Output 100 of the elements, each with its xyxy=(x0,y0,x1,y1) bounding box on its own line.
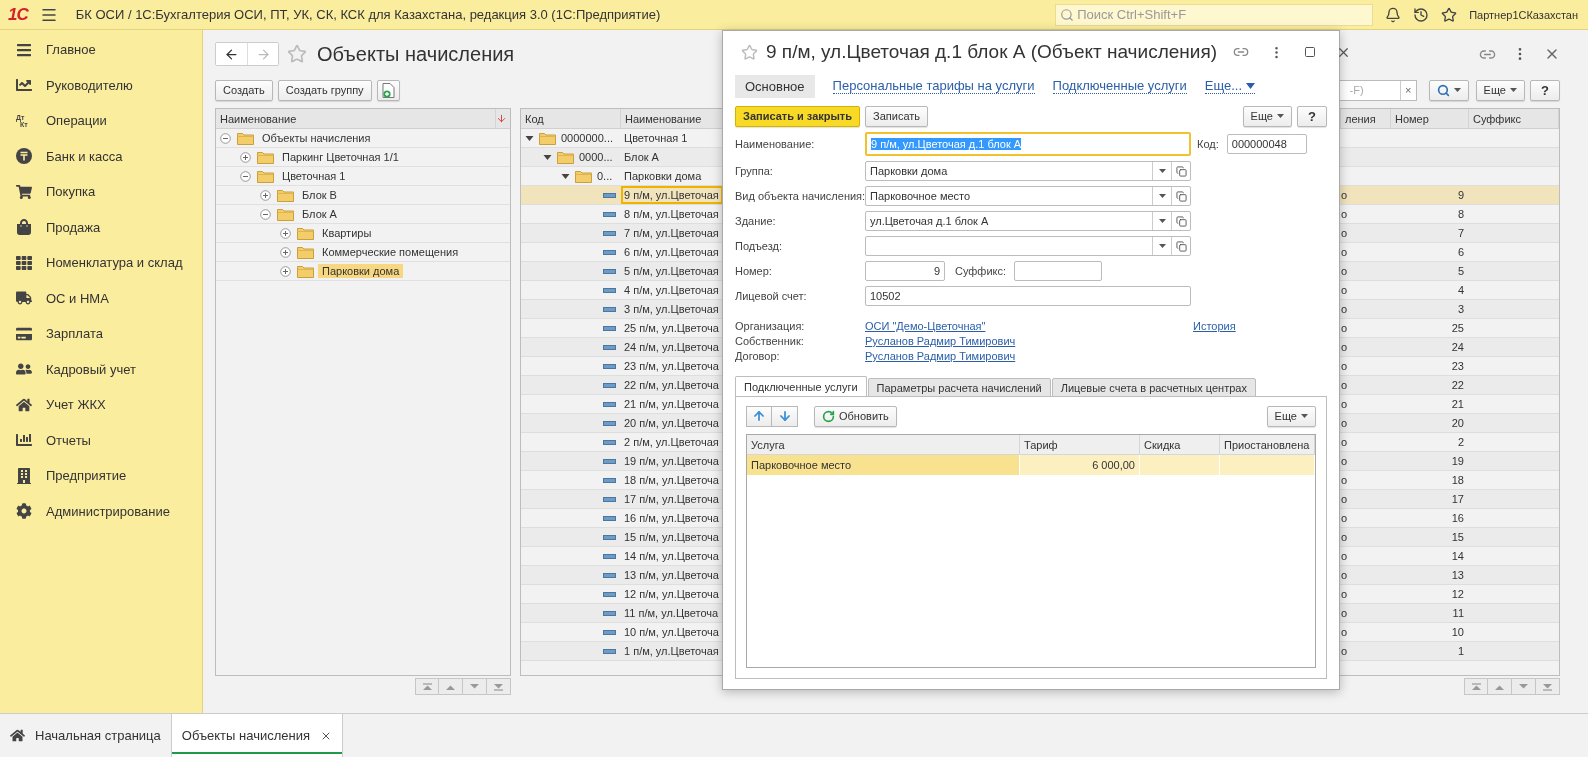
column-header[interactable]: Номер xyxy=(1391,109,1469,128)
collapse-icon[interactable] xyxy=(260,208,271,220)
column-header[interactable]: Скидка xyxy=(1140,435,1220,454)
more-tabs-link[interactable]: Еще... xyxy=(1204,78,1256,94)
collapse-icon[interactable] xyxy=(240,170,251,182)
collapse-icon[interactable] xyxy=(220,132,231,144)
save-button[interactable]: Записать xyxy=(865,105,929,127)
tab[interactable]: Основное xyxy=(735,74,815,98)
tab[interactable]: Персональные тарифы на услуги xyxy=(832,78,1035,94)
more-button[interactable]: Еще xyxy=(1242,105,1292,127)
tab[interactable]: Подключенные услуги xyxy=(1052,78,1187,94)
tree-item[interactable]: Коммерческие помещения xyxy=(318,245,463,259)
user-name[interactable]: Партнер1СКазахстан xyxy=(1469,8,1578,21)
field-label: Организация: xyxy=(735,320,806,332)
column-header[interactable]: Тариф xyxy=(1020,435,1140,454)
column-header[interactable]: Приостановлена xyxy=(1220,435,1315,454)
pager-down-button[interactable] xyxy=(463,678,487,695)
clear-button[interactable]: × xyxy=(1399,80,1416,100)
create-group-button[interactable]: Создать группу xyxy=(277,79,372,101)
sidebar-item[interactable]: Покупка xyxy=(0,174,202,210)
star-icon[interactable] xyxy=(287,44,307,64)
open-icon[interactable] xyxy=(1175,215,1187,227)
expand-icon[interactable] xyxy=(240,151,251,163)
sort-arrow-icon[interactable] xyxy=(496,113,507,124)
tree-item[interactable]: Блок В xyxy=(298,188,341,202)
expand-icon[interactable] xyxy=(260,189,271,201)
add-document-button[interactable] xyxy=(376,79,400,101)
column-header[interactable]: Код xyxy=(521,109,621,128)
sidebar-item[interactable]: Руководителю xyxy=(0,67,202,103)
tab[interactable]: Подключенные услуги xyxy=(735,376,867,397)
help-button[interactable]: ? xyxy=(1297,105,1327,127)
link[interactable]: Русланов Радмир Тимирович xyxy=(865,350,1016,362)
app-logo[interactable]: 1С xyxy=(8,4,28,25)
column-header[interactable]: Услуга xyxy=(747,435,1020,454)
tree-item[interactable]: Паркинг Цветочная 1/1 xyxy=(278,150,403,164)
sidebar-item[interactable]: Номенклатура и склад xyxy=(0,245,202,281)
pager-first-button[interactable] xyxy=(415,678,439,695)
search-button[interactable] xyxy=(1428,79,1469,101)
maximize-icon[interactable] xyxy=(1304,46,1316,58)
tree-item[interactable]: Квартиры xyxy=(318,226,376,240)
folder-icon xyxy=(297,264,314,278)
link[interactable]: ОСИ "Демо-Цветочная" xyxy=(865,320,986,332)
expanded-triangle-icon[interactable] xyxy=(525,133,534,143)
pager-up-button[interactable] xyxy=(439,678,463,695)
open-icon[interactable] xyxy=(1175,190,1187,202)
tree-item[interactable]: Парковки дома xyxy=(318,264,404,278)
sidebar-item[interactable]: Продажа xyxy=(0,209,202,245)
star-icon[interactable] xyxy=(1441,6,1458,23)
sidebar-item[interactable]: Учет ЖКХ xyxy=(0,387,202,423)
pager-up-button[interactable] xyxy=(1488,678,1512,695)
pager-first-button[interactable] xyxy=(1464,678,1488,695)
tree-item[interactable]: Объекты начисления xyxy=(258,131,375,145)
search-icon xyxy=(1436,83,1450,97)
open-icon[interactable] xyxy=(1175,165,1187,177)
code-field[interactable]: 000000048 xyxy=(1226,134,1307,154)
select-field[interactable]: ул.Цветочая д.1 блок А xyxy=(865,211,1191,231)
window-tab[interactable]: Начальная страница xyxy=(0,714,172,757)
expanded-triangle-icon[interactable] xyxy=(543,152,552,162)
sidebar-item[interactable]: Зарплата xyxy=(0,316,202,352)
refresh-button[interactable]: Обновить xyxy=(814,405,897,427)
open-icon[interactable] xyxy=(1175,240,1187,252)
column-header[interactable]: Суффикс xyxy=(1469,109,1559,128)
sidebar-item[interactable]: Предприятие xyxy=(0,458,202,494)
bell-icon[interactable] xyxy=(1385,6,1402,23)
sidebar-item[interactable]: ОС и НМА xyxy=(0,280,202,316)
sidebar-item[interactable]: Банк и касса xyxy=(0,138,202,174)
move-up-button[interactable] xyxy=(746,405,772,427)
select-field[interactable]: Парковочное место xyxy=(865,186,1191,206)
suffix-field[interactable] xyxy=(1014,261,1103,281)
save-and-close-button[interactable]: Записать и закрыть xyxy=(735,105,861,127)
select-field[interactable] xyxy=(865,236,1191,256)
history-link[interactable]: История xyxy=(1193,320,1236,332)
expand-icon[interactable] xyxy=(280,246,291,258)
more-button[interactable]: Еще xyxy=(1475,79,1525,101)
more-button[interactable]: Еще xyxy=(1266,405,1316,427)
pager-down-button[interactable] xyxy=(1512,678,1536,695)
table-row[interactable]: Парковочное место 6 000,00 xyxy=(747,455,1315,475)
account-field[interactable]: 10502 xyxy=(865,286,1191,306)
expanded-triangle-icon[interactable] xyxy=(561,171,570,181)
help-button[interactable]: ? xyxy=(1530,79,1560,101)
number-field[interactable]: 9 xyxy=(865,261,945,281)
pager-last-button[interactable] xyxy=(1536,678,1560,695)
expand-icon[interactable] xyxy=(280,265,291,277)
tree-item[interactable]: Блок А xyxy=(298,207,341,221)
select-field[interactable]: Парковки дома xyxy=(865,161,1191,181)
create-button[interactable]: Создать xyxy=(215,79,273,101)
sidebar-item[interactable]: Отчеты xyxy=(0,422,202,458)
sidebar-item[interactable]: Главное xyxy=(0,32,202,68)
sidebar-item[interactable]: Кадровый учет xyxy=(0,351,202,387)
move-down-button[interactable] xyxy=(772,405,798,427)
star-icon[interactable] xyxy=(741,43,758,61)
history-icon[interactable] xyxy=(1413,6,1430,23)
expand-icon[interactable] xyxy=(280,227,291,239)
window-tab[interactable]: Объекты начисления xyxy=(171,714,343,757)
tree-item[interactable]: Цветочная 1 xyxy=(278,169,350,183)
table-cell: Парковки дома xyxy=(624,170,702,182)
link[interactable]: Русланов Радмир Тимирович xyxy=(865,335,1016,347)
column-header[interactable]: ления xyxy=(1341,109,1391,128)
pager-last-button[interactable] xyxy=(487,678,511,695)
sidebar-item[interactable]: Администрирование xyxy=(0,493,202,529)
